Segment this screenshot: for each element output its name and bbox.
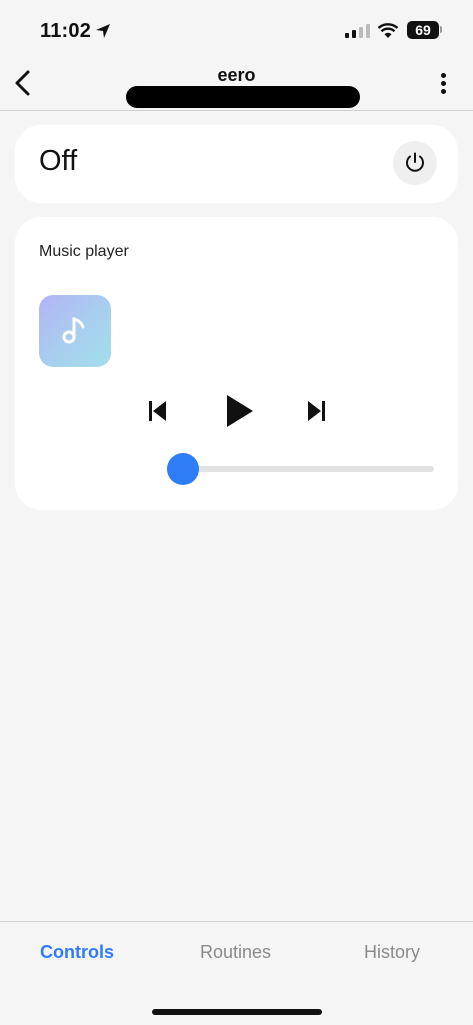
- status-time: 11:02: [40, 20, 92, 42]
- music-note-icon: [62, 317, 85, 344]
- battery-level: 69: [415, 22, 431, 38]
- music-player-card: Music player: [15, 217, 458, 510]
- volume-slider-thumb[interactable]: [167, 453, 199, 485]
- album-artwork: [39, 295, 111, 367]
- tab-routines[interactable]: Routines: [200, 942, 271, 963]
- page-title: eero: [217, 65, 256, 85]
- power-button[interactable]: [393, 141, 437, 185]
- power-state-label: Off: [39, 145, 78, 177]
- bottom-tab-bar: Controls Routines History: [0, 921, 473, 1025]
- power-icon: [406, 152, 424, 172]
- more-vertical-icon[interactable]: [433, 70, 453, 100]
- skip-next-icon[interactable]: [305, 397, 329, 425]
- power-card: Off: [15, 125, 458, 203]
- skip-previous-icon[interactable]: [145, 397, 169, 425]
- volume-slider-track[interactable]: [167, 453, 434, 485]
- redacted-device-name: [126, 86, 360, 108]
- status-bar: 11:02 69: [0, 0, 473, 60]
- battery-tip: [440, 26, 442, 33]
- wifi-icon: [377, 23, 399, 38]
- play-icon[interactable]: [223, 393, 255, 429]
- tab-history[interactable]: History: [364, 942, 420, 963]
- location-arrow-icon: [96, 24, 110, 38]
- battery-icon: 69: [407, 21, 439, 39]
- home-indicator: [152, 1009, 322, 1015]
- music-player-title: Music player: [39, 243, 129, 260]
- nav-header: eero: [0, 60, 473, 111]
- tab-controls[interactable]: Controls: [40, 942, 114, 963]
- cellular-signal-icon: [345, 24, 370, 38]
